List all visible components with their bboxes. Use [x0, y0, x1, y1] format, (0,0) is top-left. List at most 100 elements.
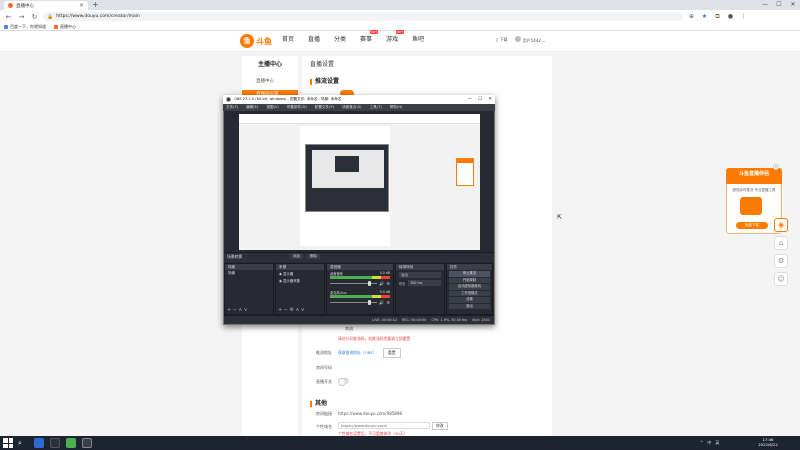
- menu-icon[interactable]: ⋮: [739, 13, 748, 20]
- record-icon[interactable]: ◉: [774, 218, 788, 232]
- custom-domain-field[interactable]: https://www.douyu.com/: [338, 422, 430, 429]
- nav-label: 赛事: [360, 36, 373, 43]
- profile-icon[interactable]: ●: [726, 13, 735, 20]
- forward-icon[interactable]: →: [17, 13, 26, 21]
- menu-help[interactable]: 帮助(H): [390, 105, 403, 110]
- volume-slider[interactable]: [330, 300, 378, 305]
- gear-icon[interactable]: ⚙: [386, 300, 390, 305]
- language-icon[interactable]: 英: [715, 440, 719, 446]
- studio-mode-button[interactable]: 工作室模式: [449, 290, 490, 296]
- tray-expand-icon[interactable]: ^: [700, 440, 703, 446]
- bookmark-item[interactable]: 百度一下，你就知道: [4, 24, 46, 30]
- promo-title: 斗鱼直播伴侣: [726, 168, 782, 184]
- menu-docks[interactable]: 停靠部件(D): [287, 105, 307, 110]
- slider-handle[interactable]: [367, 300, 371, 305]
- task-view-icon[interactable]: [34, 438, 44, 448]
- search-icon[interactable]: ⌕: [18, 439, 22, 448]
- close-tab-icon[interactable]: ×: [79, 2, 84, 9]
- menu-file[interactable]: 文件(F): [226, 105, 238, 110]
- site-logo[interactable]: 鱼 斗鱼: [240, 34, 272, 48]
- minimize-icon[interactable]: —: [468, 97, 473, 102]
- new-tab-button[interactable]: +: [92, 0, 100, 10]
- transitions-dock: 转场特效 淡出 时长 300 ms: [395, 263, 445, 315]
- obs-titlebar: OBS 27.2.0 (64-bit, windows) - 配置文件: 未命名…: [223, 95, 495, 104]
- remove-transition-button[interactable]: 删除: [307, 254, 320, 259]
- scene-item[interactable]: 场景: [225, 270, 273, 277]
- reset-button[interactable]: 重置: [383, 348, 401, 358]
- promo-download-button[interactable]: 免费下载: [736, 222, 768, 229]
- home-icon[interactable]: ⌂: [774, 236, 788, 250]
- maximize-icon[interactable]: ☐: [772, 0, 786, 10]
- source-item[interactable]: ◉ 显示器: [276, 270, 324, 277]
- system-tray: ^ 中 英: [700, 440, 719, 446]
- nav-item-events[interactable]: 赛事 HOT: [360, 30, 379, 43]
- address-bar[interactable]: 🔒 https://www.douyu.com/creator/main: [43, 12, 683, 21]
- taskbar-clock[interactable]: 17:46 2022/6/22: [748, 437, 788, 447]
- settings-button[interactable]: 设置: [449, 297, 490, 303]
- menu-profile[interactable]: 配置文件(P): [315, 105, 334, 110]
- menu-scene-collection[interactable]: 场景集合(S): [342, 105, 361, 110]
- start-menu-icon[interactable]: [3, 438, 13, 448]
- user-menu[interactable]: 用户5442 ⌄: [515, 36, 546, 44]
- modify-button[interactable]: 修改: [432, 422, 448, 430]
- slider-handle[interactable]: [367, 281, 371, 286]
- close-window-icon[interactable]: ✕: [488, 97, 492, 102]
- gift-icon[interactable]: ⚙: [774, 254, 788, 268]
- menu-edit[interactable]: 编辑(E): [246, 105, 258, 110]
- exit-button[interactable]: 退出: [449, 303, 490, 309]
- preview-promo-header: [456, 158, 474, 163]
- bookmark-icon: [4, 24, 8, 29]
- browser-tab[interactable]: 直播中心 ×: [4, 1, 88, 10]
- push-url-link[interactable]: 获取推流地址（OBS）: [338, 350, 376, 356]
- user-area: ▯ 下载 用户5442 ⌄: [496, 36, 546, 44]
- back-icon[interactable]: ←: [4, 13, 13, 21]
- site-favicon-icon: [8, 3, 13, 8]
- scenes-dock-footer: + − ∧ ∨: [227, 307, 248, 313]
- transition-select[interactable]: 淡出: [399, 272, 441, 278]
- add-transition-button[interactable]: 添加: [290, 254, 303, 259]
- reload-icon[interactable]: ↻: [30, 13, 39, 21]
- explorer-icon[interactable]: [50, 438, 60, 448]
- logo-icon: 鱼: [240, 34, 254, 48]
- gear-icon[interactable]: ⚙: [386, 281, 390, 286]
- duration-input[interactable]: 300 ms: [408, 280, 441, 286]
- volume-meter: [330, 295, 390, 298]
- virtual-camera-button[interactable]: 启动虚拟摄像机: [449, 284, 490, 290]
- chrome-icon[interactable]: [66, 438, 76, 448]
- source-item[interactable]: ◉ 显示器采集: [276, 277, 324, 284]
- logo-text: 斗鱼: [256, 36, 272, 46]
- preview-page-header: [239, 114, 480, 124]
- rec-time: REC: 00:00:00: [402, 318, 427, 322]
- tab-title: 直播中心: [16, 3, 34, 9]
- live-time: LIVE: 00:00:12: [372, 318, 398, 322]
- translate-icon[interactable]: ⊕: [687, 13, 696, 20]
- obs-taskbar-icon[interactable]: [82, 438, 92, 448]
- start-recording-button[interactable]: 开始录制: [449, 277, 490, 283]
- obs-statusbar: LIVE: 00:00:12 REC: 00:00:00 CPU: 1.9%, …: [224, 315, 494, 324]
- nav-item-category[interactable]: 分类: [334, 34, 346, 43]
- room-number-label: 房间号码: [316, 365, 332, 370]
- menu-view[interactable]: 视图(V): [266, 105, 278, 110]
- sidebar-item-live-center[interactable]: 直播中心: [256, 78, 274, 84]
- bookmark-star-icon[interactable]: ★: [700, 13, 709, 20]
- menu-tools[interactable]: 工具(T): [370, 105, 382, 110]
- download-link[interactable]: ▯ 下载: [496, 37, 507, 43]
- mouse-cursor-icon: ⇱: [557, 214, 563, 221]
- speaker-icon[interactable]: 🔊: [379, 281, 384, 286]
- close-window-icon[interactable]: ✕: [786, 0, 800, 10]
- extensions-icon[interactable]: ⧉: [713, 13, 722, 21]
- nav-item-forum[interactable]: 鱼吧: [412, 34, 424, 43]
- volume-slider[interactable]: [330, 281, 378, 286]
- promo-close-icon[interactable]: ×: [773, 164, 779, 170]
- nav-item-games[interactable]: 游戏 HOT: [386, 30, 405, 43]
- minimize-icon[interactable]: —: [758, 0, 772, 10]
- speaker-icon[interactable]: 🔊: [379, 300, 384, 305]
- auto-switch-toggle[interactable]: [338, 378, 349, 386]
- nav-item-home[interactable]: 首页: [282, 34, 294, 43]
- stop-streaming-button[interactable]: 停止推流: [449, 271, 490, 277]
- input-method-icon[interactable]: 中: [707, 440, 711, 446]
- maximize-icon[interactable]: ☐: [478, 97, 482, 102]
- service-icon[interactable]: ☺: [774, 272, 788, 286]
- nav-item-live[interactable]: 直播: [308, 34, 320, 43]
- bookmark-item[interactable]: 直播中心: [54, 24, 76, 30]
